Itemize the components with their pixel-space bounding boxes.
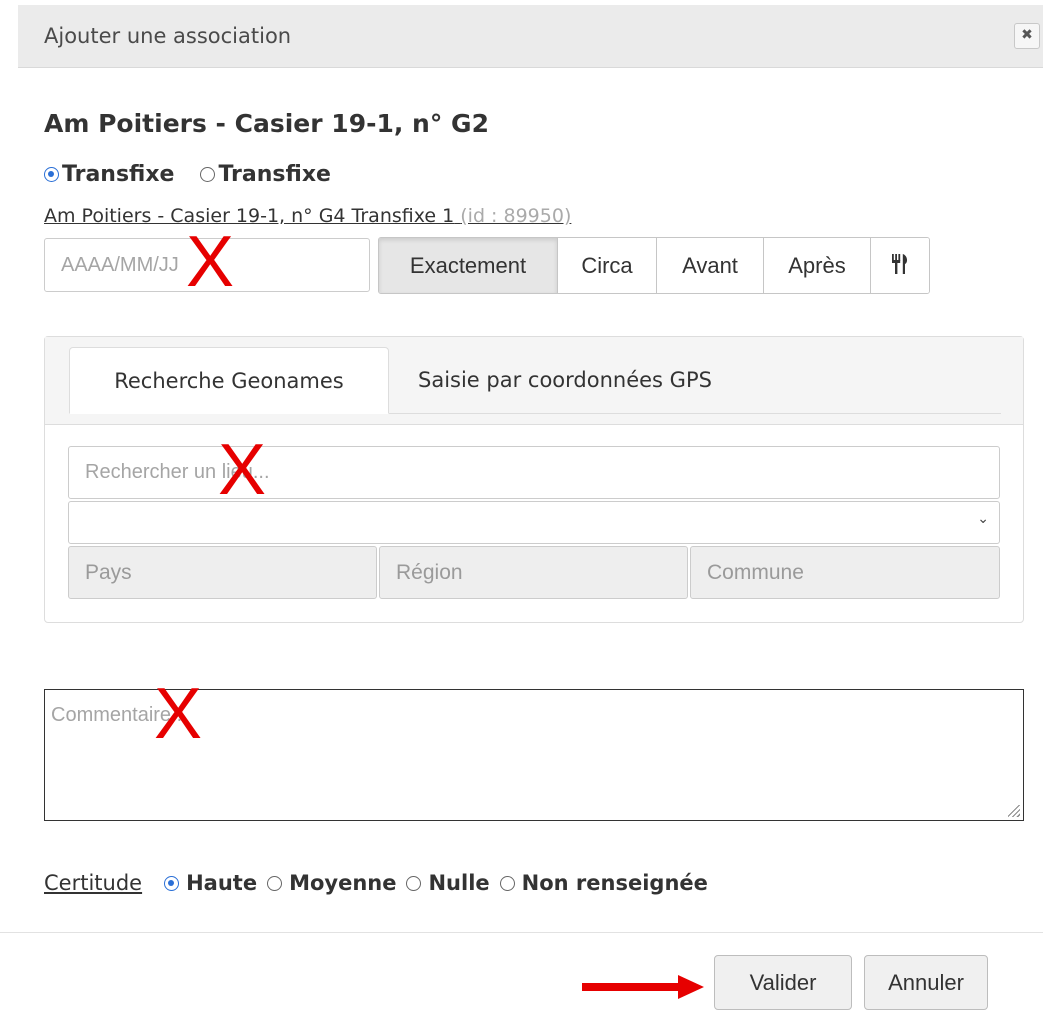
mode-exactement-button[interactable]: Exactement (379, 238, 558, 293)
certitude-option-label: Moyenne (289, 871, 397, 895)
certitude-option-nulle[interactable]: Nulle (406, 871, 490, 895)
type-option-label: Transfixe (62, 162, 175, 187)
red-arrow-annotation-icon (582, 975, 704, 1003)
certitude-option-label: Non renseignée (521, 871, 708, 895)
dialog-heading: Am Poitiers - Casier 19-1, n° G2 (44, 109, 489, 138)
tab-saisie-gps[interactable]: Saisie par coordonnées GPS (418, 347, 712, 414)
mode-apres-button[interactable]: Après (764, 238, 871, 293)
red-x-annotation-comment: X (154, 674, 203, 754)
radio-selected-icon[interactable] (164, 875, 180, 891)
certitude-row: Certitude Haute Moyenne Nulle Non rensei… (44, 871, 718, 895)
target-object-id: (id : 89950) (460, 205, 572, 227)
certitude-option-label: Haute (186, 871, 258, 895)
red-x-annotation-search: X (218, 430, 267, 510)
radio-unselected-icon[interactable] (499, 875, 515, 891)
country-field: Pays (68, 546, 377, 599)
place-search-input[interactable]: Rechercher un lieu... (68, 446, 1000, 499)
type-radio-group: Transfixe Transfixe (44, 162, 331, 187)
certitude-option-haute[interactable]: Haute (164, 871, 257, 895)
date-mode-button-group: Exactement Circa Avant Après (378, 237, 930, 294)
region-field: Région (379, 546, 688, 599)
validate-button[interactable]: Valider (714, 955, 852, 1010)
fork-knife-icon (891, 240, 909, 293)
radio-unselected-icon[interactable] (200, 167, 216, 182)
mode-avant-button[interactable]: Avant (657, 238, 764, 293)
place-select[interactable]: ⌄ (68, 501, 1000, 544)
resize-grip-icon[interactable] (1008, 805, 1020, 817)
cancel-button[interactable]: Annuler (864, 955, 988, 1010)
chevron-down-icon: ⌄ (977, 511, 989, 527)
type-option-label: Transfixe (218, 162, 331, 187)
certitude-option-label: Nulle (428, 871, 490, 895)
dialog-title-bar: Ajouter une association ✖ (18, 5, 1043, 68)
radio-selected-icon[interactable] (44, 167, 59, 182)
type-option-1[interactable]: Transfixe (44, 162, 174, 187)
target-object-link[interactable]: Am Poitiers - Casier 19-1, n° G4 Transfi… (44, 205, 571, 227)
red-x-annotation-date: X (186, 222, 235, 302)
extra-mode-button[interactable] (871, 238, 929, 293)
dialog-title: Ajouter une association (44, 24, 292, 48)
type-option-2[interactable]: Transfixe (200, 162, 331, 187)
target-object-name[interactable]: Am Poitiers - Casier 19-1, n° G4 Transfi… (44, 205, 454, 227)
certitude-option-non-renseignee[interactable]: Non renseignée (499, 871, 708, 895)
radio-unselected-icon[interactable] (406, 875, 422, 891)
mode-circa-button[interactable]: Circa (558, 238, 657, 293)
tab-recherche-geonames[interactable]: Recherche Geonames (69, 347, 389, 414)
close-icon: ✖ (1021, 27, 1033, 43)
certitude-option-moyenne[interactable]: Moyenne (267, 871, 396, 895)
commune-field: Commune (690, 546, 1000, 599)
radio-unselected-icon[interactable] (267, 875, 283, 891)
close-button[interactable]: ✖ (1014, 23, 1040, 49)
footer-divider (0, 932, 1043, 933)
certitude-label: Certitude (44, 871, 143, 895)
